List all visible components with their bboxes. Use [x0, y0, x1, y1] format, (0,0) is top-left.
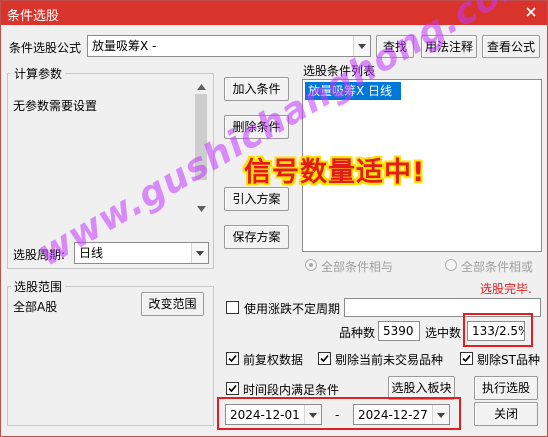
status-done-text: 选股完毕. [480, 282, 532, 296]
find-button[interactable]: 查找 [376, 35, 414, 58]
date-range-highlight [217, 397, 461, 430]
period-range-checkbox[interactable] [226, 382, 239, 395]
import-scheme-button[interactable]: 引入方案 [224, 187, 289, 211]
add-condition-button[interactable]: 加入条件 [224, 77, 289, 101]
usage-notes-button[interactable]: 用法注释 [421, 35, 477, 58]
period-select[interactable]: 日线 [74, 242, 209, 264]
condition-list-title: 选股条件列表 [303, 64, 376, 78]
formula-select[interactable]: 放量吸筹X - [87, 35, 371, 57]
exclude-st-checkbox[interactable] [460, 352, 473, 365]
condition-list-item[interactable]: 放量吸筹X 日线 [305, 82, 401, 100]
window-title: 条件选股 [7, 9, 60, 24]
use-limit-period-checkbox[interactable] [226, 301, 239, 314]
title-bar: 条件选股 [1, 1, 547, 25]
formula-label: 条件选股公式 [9, 41, 82, 55]
selected-count-highlight [463, 313, 533, 347]
count-value: 5390 [378, 321, 420, 341]
run-selection-button[interactable]: 执行选股 [474, 376, 538, 400]
exclude-st-label: 剔除ST品种 [477, 353, 540, 367]
exclude-untraded-label: 剔除当前未交易品种 [335, 353, 444, 367]
chevron-down-icon[interactable] [191, 243, 208, 263]
scroll-down-icon[interactable] [197, 206, 206, 212]
promo-text: 信号数量适中! [244, 157, 426, 188]
radio-or-label: 全部条件相或 [461, 260, 534, 274]
stock-range-value: 全部A股 [13, 300, 58, 314]
close-icon[interactable] [523, 4, 539, 20]
remove-condition-button[interactable]: 删除条件 [224, 115, 289, 139]
restore-data-label: 前复权数据 [243, 353, 304, 367]
scroll-up-icon[interactable] [197, 84, 206, 90]
view-formula-button[interactable]: 查看公式 [482, 35, 540, 58]
calc-params-title: 计算参数 [11, 65, 66, 82]
save-scheme-button[interactable]: 保存方案 [224, 225, 289, 249]
radio-or[interactable] [445, 259, 457, 271]
params-scroll-thumb[interactable] [195, 94, 207, 180]
period-select-value: 日线 [79, 246, 104, 260]
close-button[interactable]: 关闭 [474, 402, 538, 426]
stock-range-title: 选股范围 [11, 278, 66, 295]
chevron-down-icon[interactable] [353, 36, 370, 56]
radio-and-label: 全部条件相与 [321, 260, 394, 274]
formula-select-value: 放量吸筹X - [92, 39, 157, 53]
no-params-text: 无参数需要设置 [13, 99, 98, 113]
change-range-button[interactable]: 改变范围 [141, 292, 204, 316]
restore-data-checkbox[interactable] [226, 352, 239, 365]
params-scrollbar[interactable] [194, 80, 209, 216]
radio-and[interactable] [305, 259, 317, 271]
use-limit-period-label: 使用涨跌不定周期 [244, 302, 341, 316]
count-label: 品种数 [339, 326, 376, 340]
selected-count-label: 选中数 [425, 326, 462, 340]
condition-stock-picker-window: 条件选股 条件选股公式 放量吸筹X - 查找 用法注释 查看公式 计算参数 无参… [0, 0, 548, 437]
period-label: 选股周期: [13, 248, 66, 262]
exclude-untraded-checkbox[interactable] [318, 352, 331, 365]
period-range-label: 时间段内满足条件 [243, 383, 340, 397]
